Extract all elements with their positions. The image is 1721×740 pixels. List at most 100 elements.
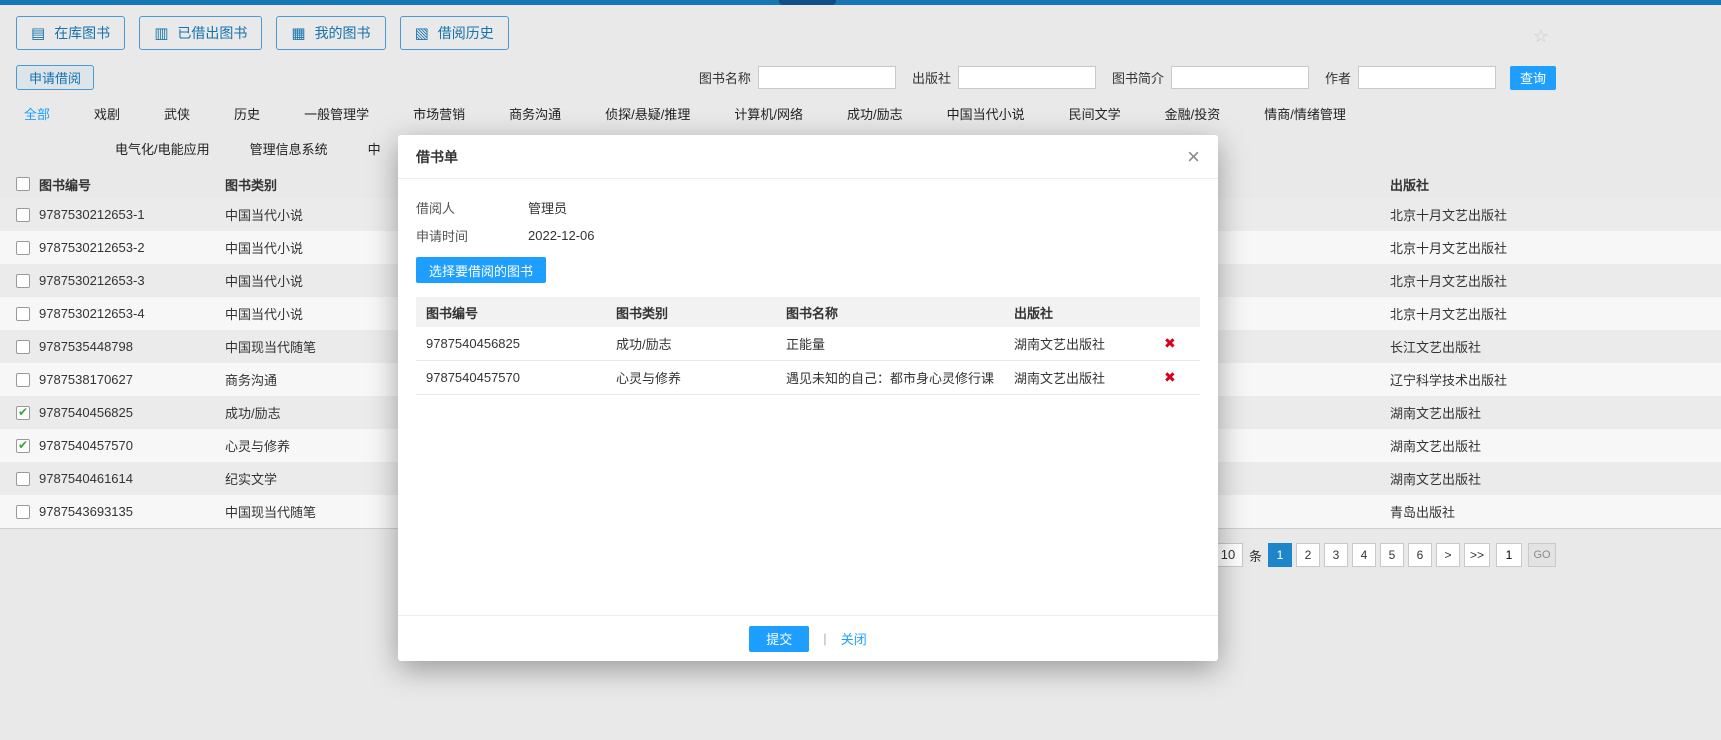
cell-publisher: 北京十月文艺出版社 [1390, 271, 1721, 290]
borrow-slip-modal: 借书单 × 借阅人 管理员 申请时间 2022-12-06 选择要借阅的图书 图… [398, 135, 1218, 661]
delete-icon[interactable]: ✖ [1164, 335, 1176, 351]
row-checkbox[interactable] [16, 208, 30, 222]
modal-book-table: 图书编号 图书类别 图书名称 出版社 9787540456825 成功/励志 正… [416, 297, 1200, 395]
apply-time-row: 申请时间 2022-12-06 [416, 221, 1200, 249]
page-jump-input[interactable] [1496, 543, 1522, 567]
category-item[interactable]: 历史 [234, 104, 260, 123]
cell-book-name: 正能量 [786, 334, 1014, 353]
search-field-input[interactable] [958, 66, 1096, 89]
page-button[interactable]: 2 [1296, 543, 1320, 567]
cell-book-id: 9787530212653-2 [39, 240, 225, 255]
cell-book-id: 9787530212653-1 [39, 207, 225, 222]
category-item[interactable]: 商务沟通 [509, 104, 561, 123]
search-field: 图书简介 [1112, 66, 1309, 89]
modal-footer: 提交 | 关闭 [398, 615, 1218, 661]
category-item[interactable]: 市场营销 [413, 104, 465, 123]
page-button[interactable]: >> [1464, 543, 1490, 567]
toolbar-button[interactable]: ▤ 在库图书 [16, 16, 125, 50]
row-checkbox[interactable] [16, 340, 30, 354]
cell-publisher: 湖南文艺出版社 [1390, 403, 1721, 422]
page-button[interactable]: 5 [1380, 543, 1404, 567]
search-field: 作者 [1325, 66, 1496, 89]
row-checkbox[interactable] [16, 307, 30, 321]
category-item[interactable]: 中国当代小说 [947, 104, 1025, 123]
category-item[interactable]: 侦探/悬疑/推理 [605, 104, 690, 123]
toolbar-button[interactable]: ▦ 我的图书 [276, 16, 385, 50]
cell-actions: ✖ [1164, 335, 1190, 352]
toolbar-button-label: 借阅历史 [438, 23, 494, 43]
category-item[interactable]: 中 [368, 139, 381, 158]
category-item[interactable]: 电气化/电能应用 [115, 139, 210, 158]
category-item[interactable]: 成功/励志 [847, 104, 903, 123]
search-field-label: 图书简介 [1112, 68, 1164, 87]
star-icon[interactable]: ☆ [1533, 26, 1549, 47]
category-item[interactable]: 民间文学 [1069, 104, 1121, 123]
cell-publisher: 北京十月文艺出版社 [1390, 238, 1721, 257]
apply-time-value: 2022-12-06 [528, 228, 595, 243]
lent-books-icon: ▥ [154, 26, 168, 41]
modal-table-header: 图书编号 图书类别 图书名称 出版社 [416, 297, 1200, 327]
header-checkbox[interactable] [16, 177, 30, 191]
row-checkbox[interactable] [16, 274, 30, 288]
category-item[interactable]: 金融/投资 [1165, 104, 1221, 123]
search-field-input[interactable] [1171, 66, 1309, 89]
cell-book-category: 成功/励志 [616, 334, 786, 353]
category-item[interactable]: 戏剧 [94, 104, 120, 123]
row-checkbox[interactable] [16, 241, 30, 255]
category-item[interactable]: 情商/情绪管理 [1264, 104, 1346, 123]
filter-bar: 申请借阅 图书名称 出版社 图书简介 作者 查询 [0, 65, 1721, 90]
apply-time-label: 申请时间 [416, 226, 528, 245]
modal-table-body: 9787540456825 成功/励志 正能量 湖南文艺出版社 ✖ 978754… [416, 327, 1200, 395]
page-button[interactable]: 4 [1352, 543, 1376, 567]
page-go-button[interactable]: GO [1528, 543, 1556, 567]
cell-book-id: 9787530212653-4 [39, 306, 225, 321]
close-button[interactable]: 关闭 [841, 629, 867, 648]
apply-borrow-button[interactable]: 申请借阅 [16, 65, 94, 90]
search-fields: 图书名称 出版社 图书简介 作者 [699, 66, 1496, 89]
close-icon[interactable]: × [1187, 146, 1200, 168]
row-checkbox[interactable] [16, 373, 30, 387]
category-item[interactable]: 全部 [24, 104, 50, 123]
cell-book-id: 9787540456825 [39, 405, 225, 420]
my-books-icon: ▦ [291, 26, 305, 41]
modal-title: 借书单 [416, 147, 458, 167]
search-field-input[interactable] [1358, 66, 1496, 89]
category-item[interactable]: 武侠 [164, 104, 190, 123]
submit-button[interactable]: 提交 [749, 626, 809, 652]
cell-book-id: 9787530212653-3 [39, 273, 225, 288]
toolbar: ▤ 在库图书 ▥ 已借出图书 ▦ 我的图书 ▧ 借阅历史 [0, 5, 1721, 50]
row-checkbox[interactable] [16, 406, 30, 420]
modal-table-row: 9787540457570 心灵与修养 遇见未知的自己：都市身心灵修行课 湖南文… [416, 361, 1200, 395]
page-button[interactable]: > [1436, 543, 1460, 567]
category-item[interactable]: 一般管理学 [304, 104, 369, 123]
search-field: 出版社 [912, 66, 1096, 89]
category-item[interactable]: 管理信息系统 [250, 139, 328, 158]
toolbar-button[interactable]: ▧ 借阅历史 [400, 16, 509, 50]
delete-icon[interactable]: ✖ [1164, 369, 1176, 385]
toolbar-button[interactable]: ▥ 已借出图书 [139, 16, 262, 50]
page-button[interactable]: 3 [1324, 543, 1348, 567]
top-strip [0, 0, 1721, 5]
cell-publisher: 北京十月文艺出版社 [1390, 205, 1721, 224]
footer-divider: | [823, 631, 826, 646]
search-button[interactable]: 查询 [1510, 66, 1556, 90]
search-field-input[interactable] [758, 66, 896, 89]
page-buttons: 1 2 3 4 5 6 > >> [1268, 543, 1490, 567]
page-button[interactable]: 6 [1408, 543, 1432, 567]
category-item[interactable]: 计算机/网络 [734, 104, 803, 123]
modal-body: 借阅人 管理员 申请时间 2022-12-06 选择要借阅的图书 图书编号 图书… [398, 179, 1218, 395]
borrow-history-icon: ▧ [415, 26, 429, 41]
cell-book-id: 9787543693135 [39, 504, 225, 519]
cell-book-name: 遇见未知的自己：都市身心灵修行课 [786, 368, 1014, 387]
cell-publisher: 辽宁科学技术出版社 [1390, 370, 1721, 389]
page-button[interactable]: 1 [1268, 543, 1292, 567]
page-size-unit: 条 [1249, 546, 1262, 565]
toolbar-button-label: 我的图书 [315, 23, 371, 43]
select-books-button[interactable]: 选择要借阅的图书 [416, 257, 546, 283]
search-field-label: 作者 [1325, 68, 1351, 87]
row-checkbox[interactable] [16, 439, 30, 453]
search-field-label: 出版社 [912, 68, 951, 87]
row-checkbox[interactable] [16, 472, 30, 486]
row-checkbox[interactable] [16, 505, 30, 519]
cell-publisher: 湖南文艺出版社 [1014, 368, 1164, 387]
